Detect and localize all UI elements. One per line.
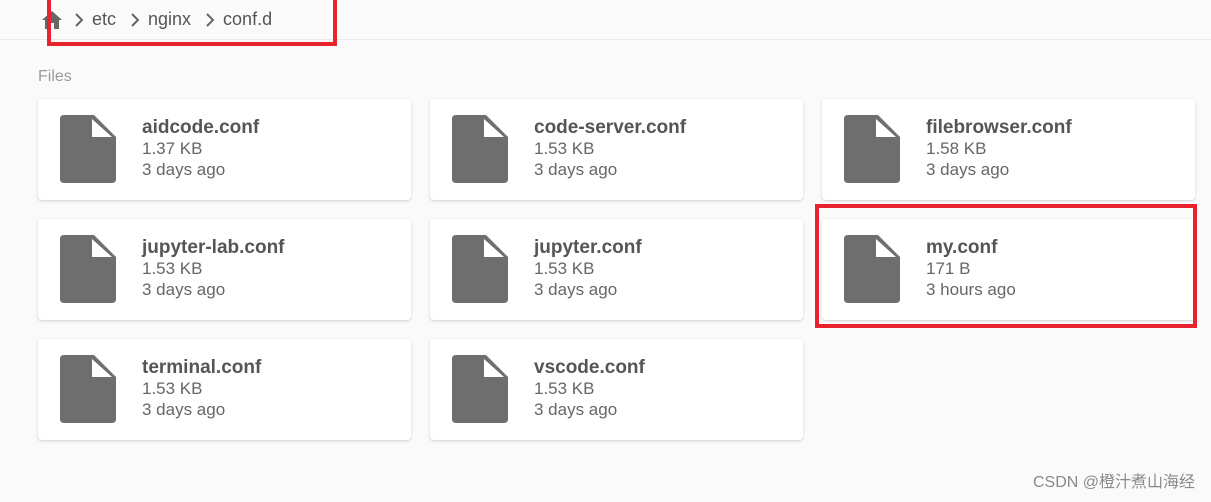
file-name: filebrowser.conf — [926, 117, 1072, 138]
file-size: 1.58 KB — [926, 139, 987, 158]
file-modified: 3 days ago — [534, 400, 618, 419]
file-name: vscode.conf — [534, 357, 645, 378]
file-modified: 3 days ago — [534, 160, 618, 179]
file-size: 171 B — [926, 259, 971, 278]
file-icon — [452, 355, 508, 423]
file-name: my.conf — [926, 237, 998, 258]
breadcrumb-label: nginx — [148, 9, 192, 29]
file-size: 1.53 KB — [534, 139, 595, 158]
file-card[interactable]: jupyter-lab.conf 1.53 KB 3 days ago — [38, 219, 411, 320]
file-card[interactable]: jupyter.conf 1.53 KB 3 days ago — [430, 219, 803, 320]
file-card[interactable]: code-server.conf 1.53 KB 3 days ago — [430, 99, 803, 200]
file-size: 1.37 KB — [142, 139, 203, 158]
file-card[interactable]: aidcode.conf 1.37 KB 3 days ago — [38, 99, 411, 200]
chevron-right-icon — [122, 12, 148, 28]
file-modified: 3 days ago — [926, 160, 1010, 179]
breadcrumb-item-nginx[interactable]: nginx — [122, 9, 197, 30]
file-name: jupyter-lab.conf — [142, 237, 285, 258]
file-name: jupyter.conf — [534, 237, 642, 258]
file-icon — [844, 235, 900, 303]
file-size: 1.53 KB — [534, 379, 595, 398]
breadcrumb: etc nginx conf.d — [0, 0, 1211, 40]
file-name: code-server.conf — [534, 117, 687, 138]
file-grid: aidcode.conf 1.37 KB 3 days ago code-ser… — [38, 99, 1195, 440]
file-modified: 3 days ago — [142, 280, 226, 299]
file-icon — [452, 235, 508, 303]
file-icon — [452, 115, 508, 183]
breadcrumb-label: etc — [92, 9, 117, 29]
file-modified: 3 days ago — [142, 400, 226, 419]
file-size: 1.53 KB — [142, 259, 203, 278]
file-card[interactable]: terminal.conf 1.53 KB 3 days ago — [38, 339, 411, 440]
chevron-right-icon — [66, 12, 92, 28]
watermark: CSDN @橙汁煮山海经 — [1032, 474, 1195, 491]
section-title: Files — [38, 68, 72, 85]
file-icon — [844, 115, 900, 183]
file-icon — [60, 235, 116, 303]
file-icon — [60, 355, 116, 423]
file-name: terminal.conf — [142, 357, 262, 378]
file-name: aidcode.conf — [142, 117, 260, 138]
file-size: 1.53 KB — [534, 259, 595, 278]
file-card-highlighted[interactable]: my.conf 171 B 3 hours ago — [822, 219, 1195, 320]
file-modified: 3 days ago — [142, 160, 226, 179]
home-icon[interactable] — [40, 7, 66, 33]
breadcrumb-item-conf-d[interactable]: conf.d — [197, 9, 278, 30]
file-size: 1.53 KB — [142, 379, 203, 398]
chevron-right-icon — [197, 12, 223, 28]
breadcrumb-item-etc[interactable]: etc — [66, 9, 122, 30]
file-card[interactable]: filebrowser.conf 1.58 KB 3 days ago — [822, 99, 1195, 200]
file-icon — [60, 115, 116, 183]
file-modified: 3 hours ago — [926, 280, 1016, 299]
file-modified: 3 days ago — [534, 280, 618, 299]
file-card[interactable]: vscode.conf 1.53 KB 3 days ago — [430, 339, 803, 440]
breadcrumb-label: conf.d — [223, 9, 273, 29]
